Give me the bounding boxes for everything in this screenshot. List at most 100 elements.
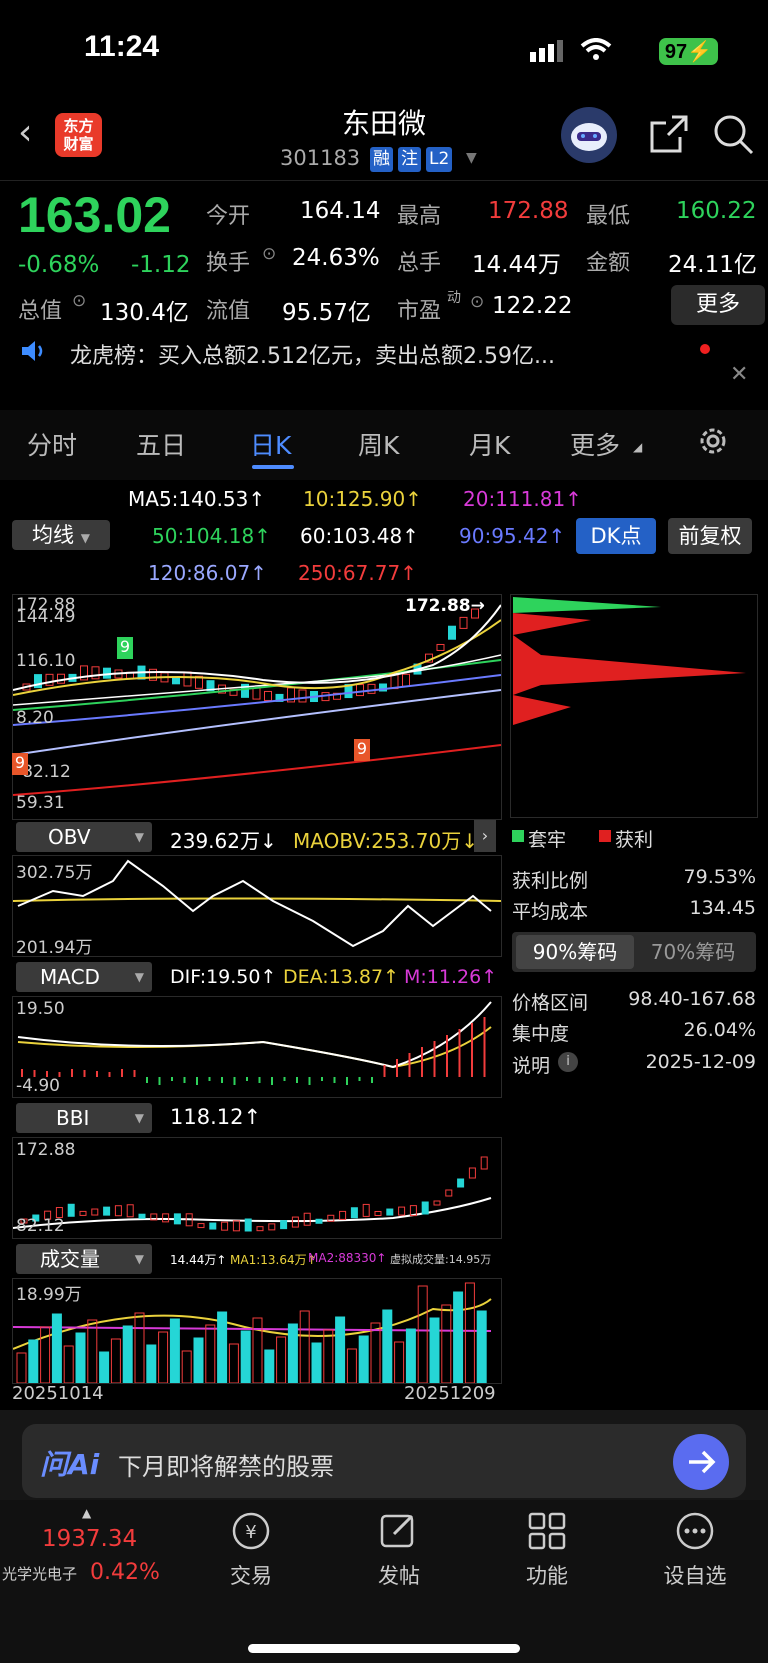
legend-profit: 获利 xyxy=(615,829,654,851)
open-label: 今开 xyxy=(206,204,251,229)
ma60-value: 60:103.48↑ xyxy=(300,524,419,548)
volume-bar xyxy=(453,1291,464,1384)
candle xyxy=(459,616,468,629)
volume-label: 总手 xyxy=(397,251,442,276)
index-value[interactable]: 1937.34 xyxy=(42,1526,137,1552)
tab-90-chips[interactable]: 90%筹码 xyxy=(516,935,634,969)
marketcap-value: 130.4亿 xyxy=(100,300,189,326)
volume-bar xyxy=(276,1336,287,1384)
dropdown-icon[interactable]: ▼ xyxy=(466,150,477,166)
volume-bar xyxy=(134,1312,145,1384)
obv-axis-top: 302.75万 xyxy=(16,863,93,883)
signal-icon xyxy=(530,40,566,66)
bbi-candle xyxy=(421,1201,429,1215)
macd-bar xyxy=(408,1053,411,1077)
profit-ratio-value: 79.53% xyxy=(683,866,756,888)
obv-value: 239.62万↓ xyxy=(170,829,277,853)
bbi-candle xyxy=(468,1167,476,1179)
macd-bar xyxy=(321,1077,323,1081)
robot-avatar[interactable] xyxy=(561,107,617,163)
tab-daily-k[interactable]: 日K xyxy=(250,426,291,462)
more-dots-icon xyxy=(674,1510,716,1556)
volume-bar xyxy=(417,1285,428,1384)
concentration-label: 集中度 xyxy=(512,1023,570,1045)
avg-cost-value: 134.45 xyxy=(689,897,756,919)
volume-selector[interactable]: 成交量 ▼ xyxy=(16,1244,152,1274)
pe-label: 市盈 xyxy=(397,299,442,324)
chevron-right-icon[interactable]: › xyxy=(474,820,496,852)
macd-bar xyxy=(396,1059,398,1077)
info-icon[interactable]: ⊙ xyxy=(470,292,484,312)
index-change: 0.42% xyxy=(90,1560,160,1585)
close-icon[interactable]: ✕ xyxy=(730,362,748,387)
macd-bar xyxy=(433,1041,436,1077)
macd-bar xyxy=(283,1077,286,1081)
tab-monthly-k[interactable]: 月K xyxy=(469,426,510,462)
signal-badge: 9 xyxy=(354,739,370,761)
low-label: 最低 xyxy=(586,204,631,229)
info-icon[interactable]: ⊙ xyxy=(72,291,86,311)
candle xyxy=(367,683,376,694)
tab-five-day[interactable]: 五日 xyxy=(136,426,186,462)
high-marker: 172.88→ xyxy=(405,596,485,616)
bbi-axis-top: 172.88 xyxy=(16,1140,76,1160)
tab-70-chips[interactable]: 70%筹码 xyxy=(634,935,752,969)
volume-bar xyxy=(252,1317,263,1384)
nav-add-watchlist[interactable]: 设自选 xyxy=(645,1560,745,1590)
tab-intraday[interactable]: 分时 xyxy=(27,426,77,462)
legend-swatch-trapped xyxy=(512,830,524,842)
macd-bar xyxy=(358,1077,361,1081)
settings-icon[interactable] xyxy=(696,424,730,462)
kline-chart[interactable] xyxy=(12,594,502,820)
volume-bar xyxy=(464,1282,475,1384)
dk-point-button[interactable]: DK点 xyxy=(576,518,656,554)
candle xyxy=(183,671,192,687)
volume-bar xyxy=(28,1339,39,1384)
share-icon[interactable] xyxy=(648,113,690,159)
bbi-candle xyxy=(221,1221,229,1231)
chip-distribution-chart[interactable] xyxy=(510,594,758,818)
kline-axis-6: 59.31 xyxy=(16,793,65,813)
volume-axis-top: 18.99万 xyxy=(16,1285,82,1305)
nav-trade[interactable]: 交易 xyxy=(201,1560,301,1590)
info-icon[interactable]: ⊙ xyxy=(262,244,276,264)
ai-prompt: 下月即将解禁的股票 xyxy=(118,1453,334,1481)
up-caret-icon: ▲ xyxy=(82,1506,92,1520)
bbi-candle xyxy=(280,1220,288,1230)
obv-selector[interactable]: OBV ▼ xyxy=(16,822,152,852)
volume-bar xyxy=(323,1329,334,1384)
more-button[interactable]: 更多 xyxy=(671,285,765,325)
macd-chart xyxy=(12,996,502,1098)
volume-bar xyxy=(228,1343,239,1384)
signal-badge: 9 xyxy=(12,753,28,775)
macd-selector[interactable]: MACD ▼ xyxy=(16,962,152,992)
obv-axis-bottom: 201.94万 xyxy=(16,938,93,958)
info-icon[interactable]: i xyxy=(558,1052,578,1072)
bbi-selector[interactable]: BBI ▼ xyxy=(16,1103,152,1133)
amount-label: 金额 xyxy=(586,251,631,276)
bbi-candle xyxy=(244,1218,252,1232)
macd-bar xyxy=(458,1029,461,1077)
notice-text[interactable]: 龙虎榜：买入总额2.512亿元，卖出总额2.59亿... xyxy=(70,338,555,370)
index-name[interactable]: 光学光电子 xyxy=(2,1563,77,1584)
maobv-value: MAOBV:253.70万↓ xyxy=(293,829,478,853)
send-button[interactable] xyxy=(673,1434,729,1490)
tab-indicator xyxy=(252,465,294,469)
macd-bar xyxy=(483,1017,486,1077)
adjust-button[interactable]: 前复权 xyxy=(668,518,752,554)
ma250-value: 250:67.77↑ xyxy=(298,561,417,585)
bbi-candle xyxy=(398,1206,406,1216)
volume-ma2: MA2:88330↑ xyxy=(308,1251,387,1265)
tab-more[interactable]: 更多 xyxy=(570,426,620,462)
volume-bar xyxy=(110,1338,121,1384)
ai-brand: 问Ai xyxy=(40,1448,100,1481)
nav-functions[interactable]: 功能 xyxy=(497,1560,597,1590)
profit-ratio-label: 获利比例 xyxy=(512,870,589,892)
macd-bar xyxy=(71,1069,73,1077)
ma-selector[interactable]: 均线 ▼ xyxy=(12,520,110,550)
search-icon[interactable] xyxy=(712,113,756,161)
macd-bar xyxy=(121,1069,123,1077)
tab-weekly-k[interactable]: 周K xyxy=(358,426,399,462)
nav-post[interactable]: 发帖 xyxy=(349,1560,449,1590)
open-value: 164.14 xyxy=(300,198,381,224)
